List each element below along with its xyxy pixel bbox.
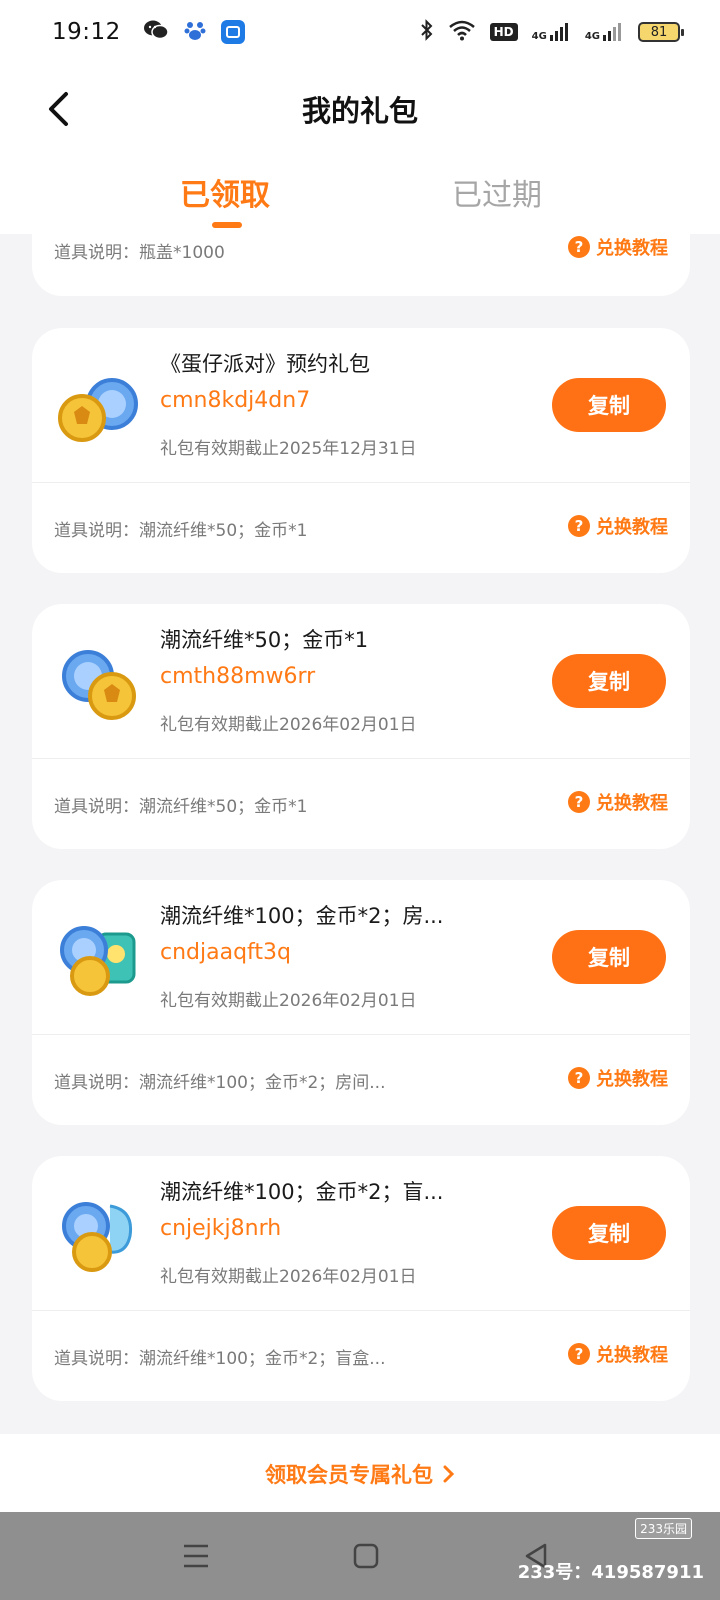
copy-button[interactable]: 复制	[552, 930, 666, 984]
gift-code: cmn8kdj4dn7	[160, 388, 311, 413]
tab-expired[interactable]: 已过期	[452, 170, 542, 214]
redeem-tutorial-link[interactable]: ? 兑换教程	[568, 513, 668, 539]
tutorial-label: 兑换教程	[596, 1345, 668, 1366]
gift-card: 潮流纤维*50；金币*1 cmth88mw6rr 礼包有效期截止2026年02月…	[32, 604, 690, 849]
item-description: 道具说明：潮流纤维*50；金币*1	[54, 797, 308, 817]
tutorial-label: 兑换教程	[596, 238, 668, 259]
hd-icon: HD	[489, 23, 518, 41]
gift-card: 《蛋仔派对》预约礼包 cmn8kdj4dn7 礼包有效期截止2025年12月31…	[32, 328, 690, 573]
watermark-id: 233号：419587911	[517, 1562, 704, 1583]
gift-coin-icon	[60, 926, 136, 996]
question-icon: ?	[568, 791, 590, 813]
item-description: 道具说明：潮流纤维*50；金币*1	[54, 521, 308, 541]
gift-title: 《蛋仔派对》预约礼包	[160, 352, 370, 376]
gift-expiry: 礼包有效期截止2026年02月01日	[160, 1267, 417, 1287]
tab-indicator	[212, 222, 242, 228]
wechat-icon	[143, 19, 169, 45]
signal-4g-icon: 4G	[532, 22, 571, 42]
gift-coin-icon	[62, 650, 136, 720]
gift-expiry: 礼包有效期截止2025年12月31日	[160, 439, 417, 459]
signal-4g-icon: 4G	[585, 22, 624, 42]
redeem-tutorial-link[interactable]: ? 兑换教程	[568, 234, 668, 260]
wifi-icon	[448, 19, 476, 45]
question-icon: ?	[568, 515, 590, 537]
item-description: 道具说明：潮流纤维*100；金币*2；房间...	[54, 1073, 386, 1093]
app-icon	[220, 20, 245, 44]
question-icon: ?	[568, 1067, 590, 1089]
gift-title: 潮流纤维*100；金币*2；盲...	[160, 1180, 444, 1204]
chevron-right-icon	[443, 1465, 455, 1483]
gift-code: cndjaaqft3q	[160, 940, 291, 965]
gift-coin-icon	[58, 378, 138, 442]
question-icon: ?	[568, 1343, 590, 1365]
copy-button[interactable]: 复制	[552, 654, 666, 708]
item-description: 道具说明：潮流纤维*100；金币*2；盲盒...	[54, 1349, 386, 1369]
redeem-tutorial-link[interactable]: ? 兑换教程	[568, 1065, 668, 1091]
tutorial-label: 兑换教程	[596, 517, 668, 538]
battery-indicator: 81	[638, 22, 684, 42]
home-nav-button[interactable]	[346, 1538, 386, 1574]
question-icon: ?	[568, 236, 590, 258]
copy-button[interactable]: 复制	[552, 378, 666, 432]
gift-code: cnjejkj8nrh	[160, 1216, 282, 1241]
page-title: 我的礼包	[301, 94, 418, 128]
redeem-tutorial-link[interactable]: ? 兑换教程	[568, 1341, 668, 1367]
item-description: 道具说明：瓶盖*1000	[54, 243, 225, 263]
gift-coin-icon	[62, 1202, 133, 1272]
redeem-tutorial-link[interactable]: ? 兑换教程	[568, 789, 668, 815]
tab-claimed[interactable]: 已领取	[180, 170, 270, 214]
gift-expiry: 礼包有效期截止2026年02月01日	[160, 715, 417, 735]
gift-expiry: 礼包有效期截止2026年02月01日	[160, 991, 417, 1011]
system-nav-bar: 233乐园 233号：419587911	[0, 1512, 720, 1600]
paw-icon	[183, 18, 207, 46]
watermark-logo: 233乐园	[635, 1518, 692, 1539]
copy-button[interactable]: 复制	[552, 1206, 666, 1260]
status-time: 19:12	[52, 19, 121, 45]
menu-nav-button[interactable]	[176, 1538, 216, 1574]
gift-card: 潮流纤维*100；金币*2；盲... cnjejkj8nrh 礼包有效期截止20…	[32, 1156, 690, 1401]
gift-code: cmth88mw6rr	[160, 664, 316, 689]
gift-title: 潮流纤维*100；金币*2；房...	[160, 904, 444, 928]
tutorial-label: 兑换教程	[596, 793, 668, 814]
gift-card: 潮流纤维*100；金币*2；房... cndjaaqft3q 礼包有效期截止20…	[32, 880, 690, 1125]
menu-icon	[184, 1544, 208, 1568]
page-header: 我的礼包 已领取 已过期	[0, 64, 720, 234]
home-square-icon	[353, 1543, 379, 1569]
bluetooth-icon	[420, 19, 434, 45]
member-gift-link[interactable]: 领取会员专属礼包	[0, 1434, 720, 1514]
tutorial-label: 兑换教程	[596, 1069, 668, 1090]
gift-title: 潮流纤维*50；金币*1	[160, 628, 369, 652]
status-bar: 19:12 HD 4G 4G 81	[0, 0, 720, 64]
member-gift-label: 领取会员专属礼包	[265, 1463, 433, 1487]
